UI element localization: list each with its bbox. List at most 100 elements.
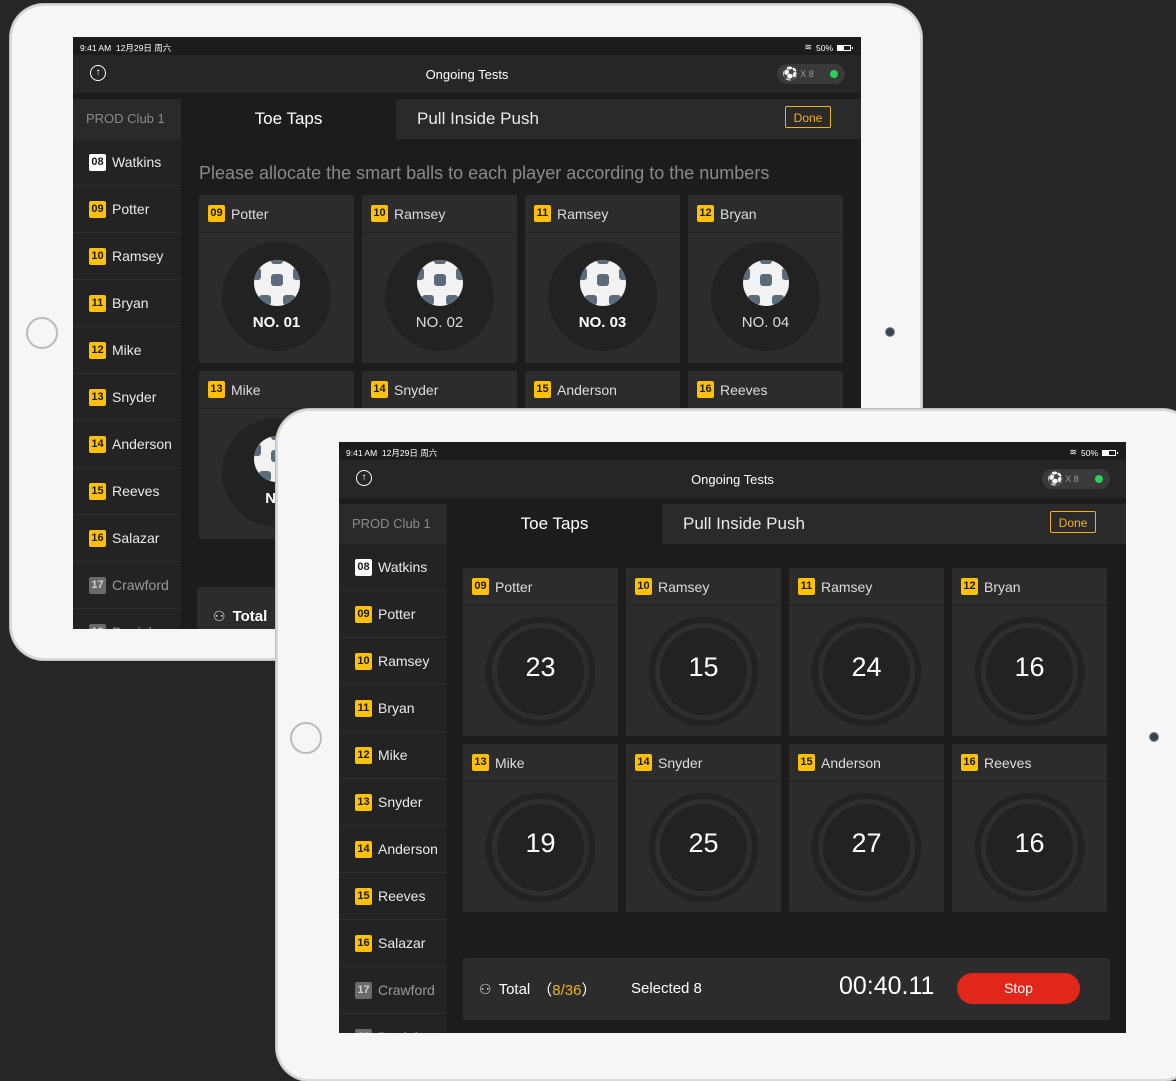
tab-toe-taps[interactable]: Toe Taps (447, 504, 662, 544)
ball-number: NO. 02 (415, 314, 464, 331)
ball-slot: NO. 04 (711, 242, 820, 351)
nav-bar: ↑ Ongoing Tests ⚽ X 8 (339, 460, 1126, 498)
sidebar-item-potter[interactable]: 09 Potter (339, 591, 447, 638)
player-number-badge: 08 (89, 153, 106, 171)
battery-icon (837, 44, 853, 51)
sidebar-item-snyder[interactable]: 13 Snyder (339, 779, 447, 826)
player-number-badge: 15 (355, 887, 372, 905)
player-number-badge: 11 (355, 699, 372, 717)
soccer-ball-icon (743, 260, 789, 306)
player-number-badge: 11 (89, 294, 106, 312)
sidebar-item-watkins[interactable]: 08 Watkins (339, 544, 447, 591)
sidebar-item-snyder[interactable]: 13 Snyder (73, 374, 181, 421)
ball-card[interactable]: 12 Bryan NO. 04 (688, 195, 843, 363)
ball-count: X 8 (800, 69, 814, 79)
sidebar-item-daniel[interactable]: 18 Daniel (339, 1014, 447, 1033)
player-name: Snyder (112, 389, 157, 405)
player-name: Snyder (378, 794, 423, 810)
card-header: 12 Bryan (952, 568, 1107, 606)
sidebar-item-anderson[interactable]: 14 Anderson (73, 421, 181, 468)
player-name: Potter (495, 578, 533, 595)
sidebar-item-bryan[interactable]: 11 Bryan (339, 685, 447, 732)
tap-count: 24 (851, 652, 882, 682)
sidebar-item-mike[interactable]: 12 Mike (73, 327, 181, 374)
total-summary: ⚇ Total （8/36） (479, 981, 597, 999)
club-name: PROD Club 1 (339, 504, 447, 544)
score-card[interactable]: 10 Ramsey 15 (626, 568, 781, 840)
card-header: 15 Anderson (525, 371, 680, 409)
sidebar-item-watkins[interactable]: 08 Watkins (73, 139, 181, 186)
timer: 00:40.11 (839, 972, 935, 1000)
ball-card[interactable]: 10 Ramsey NO. 02 (362, 195, 517, 363)
player-name: Anderson (821, 754, 881, 771)
score-card[interactable]: 12 Bryan 16 (952, 568, 1107, 840)
player-number-badge: 12 (697, 205, 714, 222)
progress-ring: 25 (648, 792, 763, 1016)
sidebar-item-bryan[interactable]: 11 Bryan (73, 280, 181, 327)
player-name: Daniel (112, 624, 152, 629)
soccer-ball-icon: ⚽ (782, 66, 799, 81)
sidebar-item-crawford[interactable]: 17 Crawford (339, 967, 447, 1014)
player-name: Daniel (378, 1029, 418, 1033)
score-card[interactable]: 15 Anderson 27 (789, 744, 944, 1016)
player-number-badge: 16 (355, 934, 372, 952)
tab-toe-taps[interactable]: Toe Taps (181, 99, 396, 139)
person-icon: ⚇ (479, 981, 492, 997)
stop-button[interactable]: Stop (957, 973, 1080, 1004)
ball-connection-pill[interactable]: ⚽ X 8 (1042, 469, 1110, 489)
player-name: Bryan (984, 578, 1021, 595)
player-number-badge: 18 (355, 1028, 372, 1033)
player-number-badge: 10 (355, 652, 372, 670)
player-name: Snyder (658, 754, 703, 771)
player-number-badge: 09 (208, 205, 225, 222)
card-header: 09 Potter (199, 195, 354, 233)
sidebar-item-anderson[interactable]: 14 Anderson (339, 826, 447, 873)
sidebar-item-ramsey[interactable]: 10 Ramsey (339, 638, 447, 685)
sidebar-item-reeves[interactable]: 15 Reeves (73, 468, 181, 515)
score-card[interactable]: 09 Potter 23 (463, 568, 618, 840)
done-button[interactable]: Done (785, 106, 831, 128)
camera (1150, 733, 1158, 741)
ball-count: X 8 (1065, 474, 1079, 484)
sidebar-item-mike[interactable]: 12 Mike (339, 732, 447, 779)
player-number-badge: 13 (89, 388, 106, 406)
ball-number: NO. 03 (578, 314, 627, 331)
score-card[interactable]: 13 Mike 19 (463, 744, 618, 1016)
tap-count: 23 (525, 652, 556, 682)
sidebar-item-ramsey[interactable]: 10 Ramsey (73, 233, 181, 280)
ball-card[interactable]: 11 Ramsey NO. 03 (525, 195, 680, 363)
player-name: Crawford (378, 982, 435, 998)
player-name: Ramsey (821, 578, 873, 595)
player-name: Watkins (378, 559, 428, 575)
sidebar-item-crawford[interactable]: 17 Crawford (73, 562, 181, 609)
tap-count: 25 (688, 828, 719, 858)
player-name: Ramsey (378, 653, 430, 669)
card-header: 16 Reeves (952, 744, 1107, 782)
ball-card[interactable]: 09 Potter NO. 01 (199, 195, 354, 363)
ball-connection-pill[interactable]: ⚽ X 8 (777, 64, 845, 84)
player-name: Ramsey (557, 205, 609, 222)
card-header: 11 Ramsey (525, 195, 680, 233)
card-header: 16 Reeves (688, 371, 843, 409)
player-number-badge: 16 (697, 381, 714, 398)
home-button (290, 722, 322, 754)
tab-pull-inside-push[interactable]: Pull Inside Push (417, 99, 539, 139)
tab-pull-inside-push[interactable]: Pull Inside Push (683, 504, 805, 544)
score-card[interactable]: 16 Reeves 16 (952, 744, 1107, 1016)
sidebar-item-salazar[interactable]: 16 Salazar (73, 515, 181, 562)
player-name: Potter (112, 201, 150, 217)
sidebar-item-salazar[interactable]: 16 Salazar (339, 920, 447, 967)
soccer-ball-icon (254, 260, 300, 306)
sidebar-item-potter[interactable]: 09 Potter (73, 186, 181, 233)
player-name: Crawford (112, 577, 169, 593)
sidebar-item-daniel[interactable]: 18 Daniel (73, 609, 181, 629)
sidebar-item-reeves[interactable]: 15 Reeves (339, 873, 447, 920)
score-card[interactable]: 14 Snyder 25 (626, 744, 781, 1016)
page-title: Ongoing Tests (691, 472, 774, 487)
home-button (26, 317, 58, 349)
progress-ring: 15 (648, 616, 763, 840)
done-button[interactable]: Done (1050, 511, 1096, 533)
status-time: 9:41 AM 12月29日 周六 (346, 448, 438, 458)
player-name: Reeves (378, 888, 426, 904)
score-card[interactable]: 11 Ramsey 24 (789, 568, 944, 840)
